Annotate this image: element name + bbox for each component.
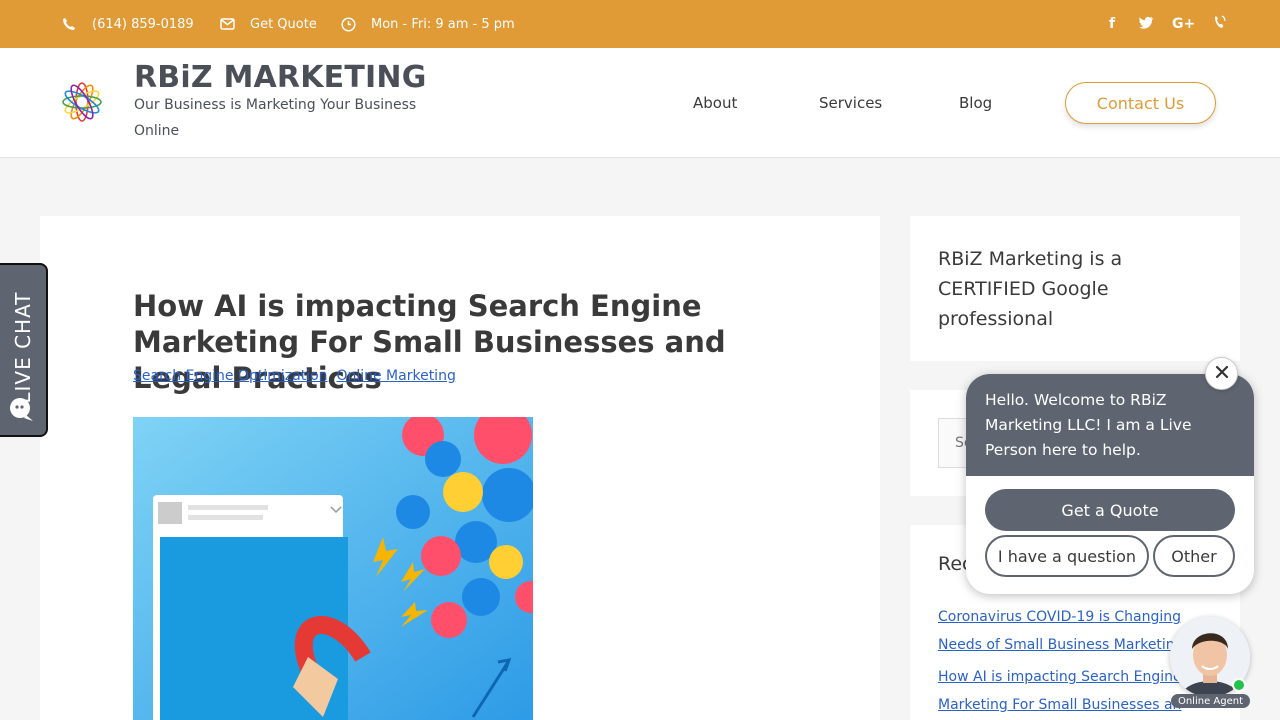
live-chat-label: LIVE CHAT xyxy=(11,291,35,404)
online-agent-label: Online Agent xyxy=(1171,694,1250,708)
rbiz-logo[interactable] xyxy=(60,80,104,124)
get-quote-label: Get Quote xyxy=(250,16,317,32)
recent-post-link[interactable]: How AI is impacting Search Engine Market… xyxy=(938,663,1200,719)
google-plus-icon[interactable]: G+ xyxy=(1172,16,1195,32)
featured-image xyxy=(133,417,533,720)
other-button[interactable]: Other xyxy=(1153,535,1235,577)
article-card: How AI is impacting Search Engine Market… xyxy=(40,216,880,720)
recent-posts-list: Coronavirus COVID-19 is Changing Needs o… xyxy=(938,603,1200,720)
chat-popup: Hello. Welcome to RBiZ Marketing LLC! I … xyxy=(966,374,1254,594)
top-bar: (614) 859-0189 Get Quote Mon - Fri: 9 am… xyxy=(0,0,1280,48)
nav-services[interactable]: Services xyxy=(819,94,882,112)
have-question-button[interactable]: I have a question xyxy=(985,535,1149,577)
social-links: f G+ xyxy=(1104,0,1228,48)
chat-bubble-icon xyxy=(8,395,36,423)
hours-text: Mon - Fri: 9 am - 5 pm xyxy=(371,16,515,32)
business-hours: Mon - Fri: 9 am - 5 pm xyxy=(339,0,515,48)
post-categories: Search Engine Optimization, Online Marke… xyxy=(133,368,456,384)
recent-post-link[interactable]: Coronavirus COVID-19 is Changing Needs o… xyxy=(938,603,1200,659)
chat-close-button[interactable] xyxy=(1205,357,1238,390)
certified-text: RBiZ Marketing is a CERTIFIED Google pro… xyxy=(938,248,1123,330)
site-tagline: Our Business is Marketing Your Business … xyxy=(134,97,417,139)
envelope-icon xyxy=(218,15,236,33)
phone-number: (614) 859-0189 xyxy=(92,16,194,32)
phone-icon xyxy=(60,15,78,33)
site-header: RBiZ MARKETING Our Business is Marketing… xyxy=(0,48,1280,158)
twitter-icon[interactable] xyxy=(1138,16,1154,33)
phone-volume-icon[interactable] xyxy=(1212,15,1228,33)
online-status-dot xyxy=(1232,678,1246,692)
phone-contact[interactable]: (614) 859-0189 xyxy=(60,0,194,48)
nav-blog[interactable]: Blog xyxy=(959,94,992,112)
category-link-seo[interactable]: Search Engine Optimization xyxy=(133,368,328,384)
contact-us-button[interactable]: Contact Us xyxy=(1065,82,1216,124)
facebook-icon[interactable]: f xyxy=(1104,16,1120,32)
category-separator: , xyxy=(327,368,332,384)
category-link-online-marketing[interactable]: Online Marketing xyxy=(336,368,455,384)
get-a-quote-button[interactable]: Get a Quote xyxy=(985,489,1235,531)
live-chat-tab[interactable]: LIVE CHAT xyxy=(0,263,48,437)
certified-widget: RBiZ Marketing is a CERTIFIED Google pro… xyxy=(910,216,1240,361)
nav-about[interactable]: About xyxy=(693,94,737,112)
get-quote-link[interactable]: Get Quote xyxy=(218,0,317,48)
clock-icon xyxy=(339,15,357,33)
chat-welcome-message: Hello. Welcome to RBiZ Marketing LLC! I … xyxy=(966,374,1254,476)
close-icon xyxy=(1215,364,1229,383)
site-title[interactable]: RBiZ MARKETING xyxy=(134,60,427,95)
